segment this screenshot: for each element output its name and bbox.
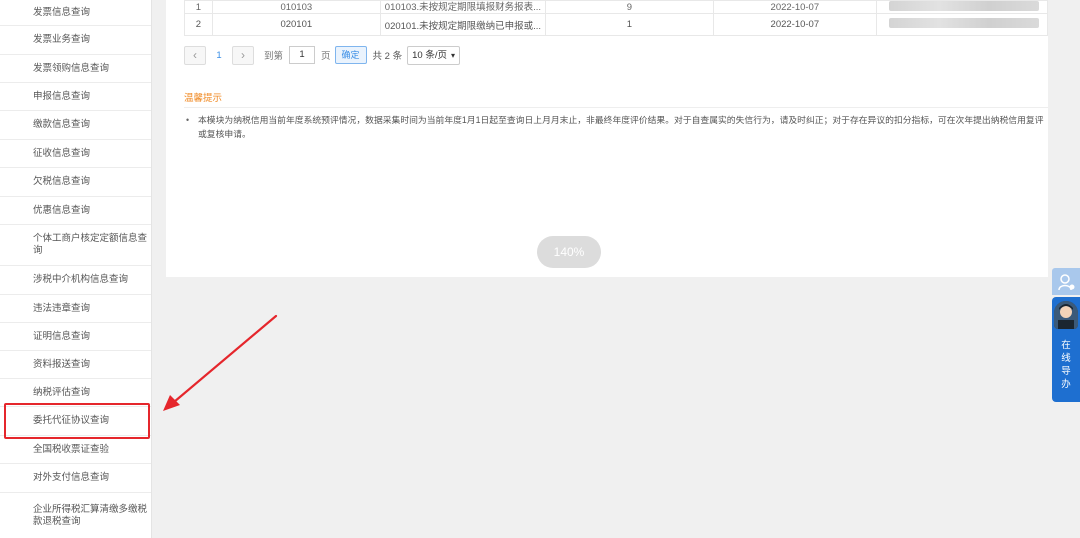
chevron-left-icon: ‹	[193, 48, 197, 62]
sidebar-menu: 发票信息查询 发票业务查询 发票领购信息查询 申报信息查询 缴款信息查询 征收信…	[0, 0, 152, 538]
sidebar-item-individual-quota[interactable]: 个体工商户核定定额信息查询	[0, 225, 151, 266]
chevron-right-icon: ›	[241, 48, 245, 62]
indicator-code: 020101	[211, 13, 381, 36]
page-size-select[interactable]: 10 条/页 ▾	[407, 45, 460, 65]
sidebar-item-payment[interactable]: 缴款信息查询	[0, 111, 151, 140]
sidebar-item-label: 证明信息查询	[33, 330, 91, 342]
blurred-cell	[876, 0, 1048, 14]
sidebar-item-tax-receipt-verify[interactable]: 全国税收票证查验	[0, 436, 151, 464]
prev-page-button[interactable]: ‹	[184, 45, 206, 65]
row-number: 1	[184, 0, 213, 14]
sidebar-item-label: 发票信息查询	[33, 6, 91, 18]
sidebar-item-label: 发票业务查询	[33, 34, 91, 45]
online-guide-button[interactable]: 在线导办	[1052, 297, 1080, 402]
sidebar-item-outbound-payment[interactable]: 对外支付信息查询	[0, 464, 151, 493]
sidebar-item-collection[interactable]: 征收信息查询	[0, 140, 151, 168]
zoom-level-indicator: 140%	[537, 236, 601, 268]
sidebar-item-income-tax-refund[interactable]: 企业所得税汇算清缴多缴税款退税查询	[0, 493, 151, 538]
indicator-code: 010103	[211, 0, 381, 14]
total-count: 共 2 条	[372, 51, 403, 62]
record-date: 2022-10-07	[712, 0, 878, 14]
sidebar-item-violations[interactable]: 违法违章查询	[0, 295, 151, 323]
page-number-input[interactable]: 1	[289, 46, 316, 64]
deduction-score: 9	[545, 0, 714, 14]
sidebar-item-label: 全国税收票证查验	[33, 443, 110, 455]
agent-avatar-icon	[1054, 301, 1078, 329]
sidebar-item-arrears[interactable]: 欠税信息查询	[0, 168, 151, 197]
sidebar-item-document-submission[interactable]: 资料报送查询	[0, 351, 151, 379]
main-panel: 1 010103 010103.未按规定期限填报财务报表... 9 2022-1…	[166, 0, 1048, 277]
sidebar-item-tax-agency[interactable]: 涉税中介机构信息查询	[0, 266, 151, 295]
indicator-description: 010103.未按规定期限填报财务报表...	[379, 0, 547, 14]
tips-title: 温馨提示	[184, 93, 223, 104]
row-number: 2	[184, 13, 213, 36]
sidebar-item-label: 征收信息查询	[33, 147, 91, 159]
user-icon	[1058, 273, 1075, 290]
sidebar-item-certificates[interactable]: 证明信息查询	[0, 323, 151, 351]
user-service-button[interactable]	[1052, 268, 1080, 295]
table-row: 1 010103 010103.未按规定期限填报财务报表... 9 2022-1…	[184, 0, 1048, 14]
goto-label: 到第	[264, 51, 284, 62]
table-row: 2 020101 020101.未按规定期限缴纳已申报或... 1 2022-1…	[184, 13, 1048, 36]
sidebar-item-label: 纳税评估查询	[33, 386, 91, 398]
sidebar-item-preferential[interactable]: 优惠信息查询	[0, 197, 151, 225]
confirm-page-button[interactable]: 确定	[334, 46, 367, 64]
record-date: 2022-10-07	[712, 13, 878, 36]
tips-divider	[184, 107, 1048, 108]
sidebar-item-invoice-purchase[interactable]: 发票领购信息查询	[0, 55, 151, 83]
sidebar-item-label: 缴款信息查询	[33, 119, 91, 130]
sidebar-item-label: 欠税信息查询	[33, 176, 91, 187]
sidebar-item-label: 发票领购信息查询	[33, 62, 110, 74]
credit-score-table: 1 010103 010103.未按规定期限填报财务报表... 9 2022-1…	[184, 0, 1048, 36]
tips-body: 本模块为纳税信用当前年度系统预评情况，数据采集时间为当前年度1月1日起至查询日上…	[186, 114, 1046, 141]
page-size-value: 10 条/页	[412, 49, 447, 61]
sidebar-item-label: 涉税中介机构信息查询	[33, 274, 129, 285]
sidebar-item-label: 违法违章查询	[33, 302, 91, 314]
highlight-box	[4, 403, 150, 439]
sidebar-item-label: 申报信息查询	[33, 90, 91, 102]
sidebar-item-invoice-business[interactable]: 发票业务查询	[0, 26, 151, 55]
next-page-button[interactable]: ›	[232, 45, 254, 65]
current-page[interactable]: 1	[206, 50, 232, 61]
sidebar-item-declaration[interactable]: 申报信息查询	[0, 83, 151, 111]
sidebar-item-invoice-info[interactable]: 发票信息查询	[0, 0, 151, 26]
pagination: ‹ 1 › 到第 1 页 确定 共 2 条 10 条/页 ▾	[184, 44, 460, 66]
blurred-cell	[876, 13, 1048, 36]
chevron-down-icon: ▾	[450, 50, 455, 60]
sidebar-item-label: 优惠信息查询	[33, 204, 91, 216]
sidebar-item-label: 个体工商户核定定额信息查询	[33, 233, 148, 256]
indicator-description: 020101.未按规定期限缴纳已申报或...	[379, 13, 547, 36]
deduction-score: 1	[545, 13, 714, 36]
sidebar-item-label: 对外支付信息查询	[33, 472, 110, 483]
page-unit-label: 页	[321, 51, 331, 62]
online-guide-label: 在线导办	[1061, 340, 1071, 390]
sidebar-item-label: 企业所得税汇算清缴多缴税款退税查询	[33, 503, 148, 527]
sidebar-item-label: 资料报送查询	[33, 358, 91, 370]
